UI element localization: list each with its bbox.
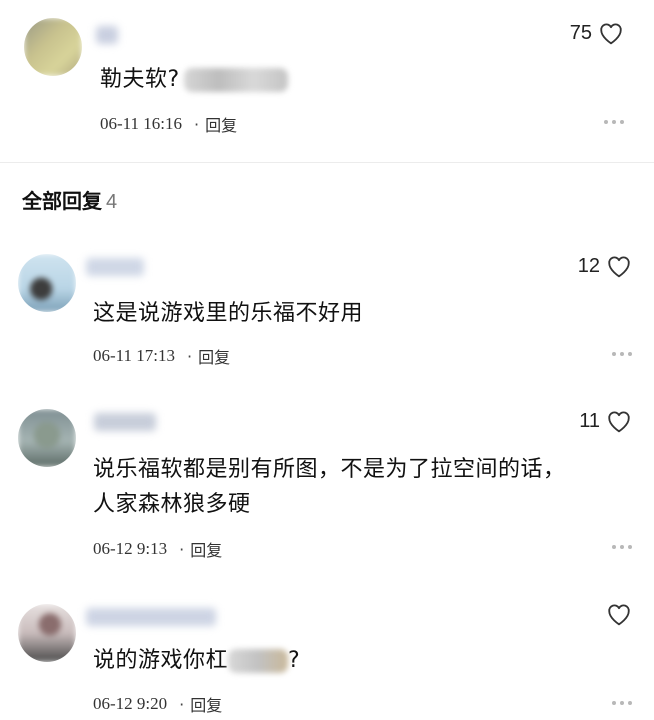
reply-text: 说的游戏你杠? (93, 648, 301, 673)
comment-text: 勒夫软? (100, 62, 288, 97)
avatar[interactable] (24, 18, 82, 76)
reply-meta: 06-12 9:13 · 回复 (93, 537, 222, 561)
more-dots-icon[interactable] (604, 120, 624, 124)
timestamp: 06-11 17:13 (93, 346, 176, 365)
comment-meta: 06-11 16:16 · 回复 (100, 112, 237, 136)
like-count: 12 (577, 254, 600, 277)
more-dots-icon[interactable] (612, 545, 632, 549)
main-comment: 75 勒夫软? 06-11 16:16 · 回复 (0, 0, 654, 160)
separator-dot: · (179, 539, 185, 559)
reply-button[interactable]: 回复 (190, 692, 222, 716)
heart-outline-icon (608, 604, 630, 626)
separator-dot: · (194, 114, 200, 134)
redacted-text (228, 649, 289, 673)
like-button[interactable]: 75 (570, 21, 624, 45)
reply-button[interactable]: 回复 (190, 537, 222, 561)
reply-item: 说的游戏你杠? 06-12 9:20 · 回复 (0, 590, 654, 720)
timestamp: 06-12 9:20 (93, 694, 168, 713)
replies-count: 4 (106, 191, 118, 213)
timestamp: 06-11 16:16 (100, 114, 183, 133)
like-button[interactable]: 11 (579, 409, 632, 433)
separator-dot: · (187, 346, 193, 366)
redacted-text (183, 68, 288, 92)
reply-meta: 06-11 17:13 · 回复 (93, 344, 230, 368)
more-dots-icon[interactable] (612, 701, 632, 705)
avatar[interactable] (18, 409, 76, 467)
like-count: 75 (569, 21, 592, 44)
username-blurred[interactable] (94, 413, 156, 431)
username-blurred[interactable] (86, 608, 216, 626)
reply-meta: 06-12 9:20 · 回复 (93, 692, 222, 716)
username-blurred[interactable] (96, 26, 118, 44)
avatar[interactable] (18, 604, 76, 662)
reply-text: 这是说游戏里的乐福不好用 (93, 301, 364, 326)
reply-text: 说乐福软都是别有所图，不是为了拉空间的话， 人家森林狼多硬 (93, 457, 566, 517)
divider (0, 162, 654, 163)
reply-button[interactable]: 回复 (205, 112, 237, 136)
replies-section-title: 全部回复 4 (22, 189, 118, 213)
avatar[interactable] (18, 254, 76, 312)
timestamp: 06-12 9:13 (93, 539, 168, 558)
heart-outline-icon (608, 256, 630, 278)
like-button[interactable]: 12 (578, 254, 632, 278)
like-count: 11 (579, 409, 600, 432)
separator-dot: · (179, 694, 185, 714)
heart-outline-icon (608, 411, 630, 433)
reply-item: 12 这是说游戏里的乐福不好用 06-11 17:13 · 回复 (0, 240, 654, 380)
reply-button[interactable]: 回复 (198, 344, 230, 368)
reply-item: 11 说乐福软都是别有所图，不是为了拉空间的话， 人家森林狼多硬 06-12 9… (0, 395, 654, 575)
username-blurred[interactable] (86, 258, 144, 276)
more-dots-icon[interactable] (612, 352, 632, 356)
heart-outline-icon (600, 23, 622, 45)
like-button[interactable] (600, 602, 632, 626)
